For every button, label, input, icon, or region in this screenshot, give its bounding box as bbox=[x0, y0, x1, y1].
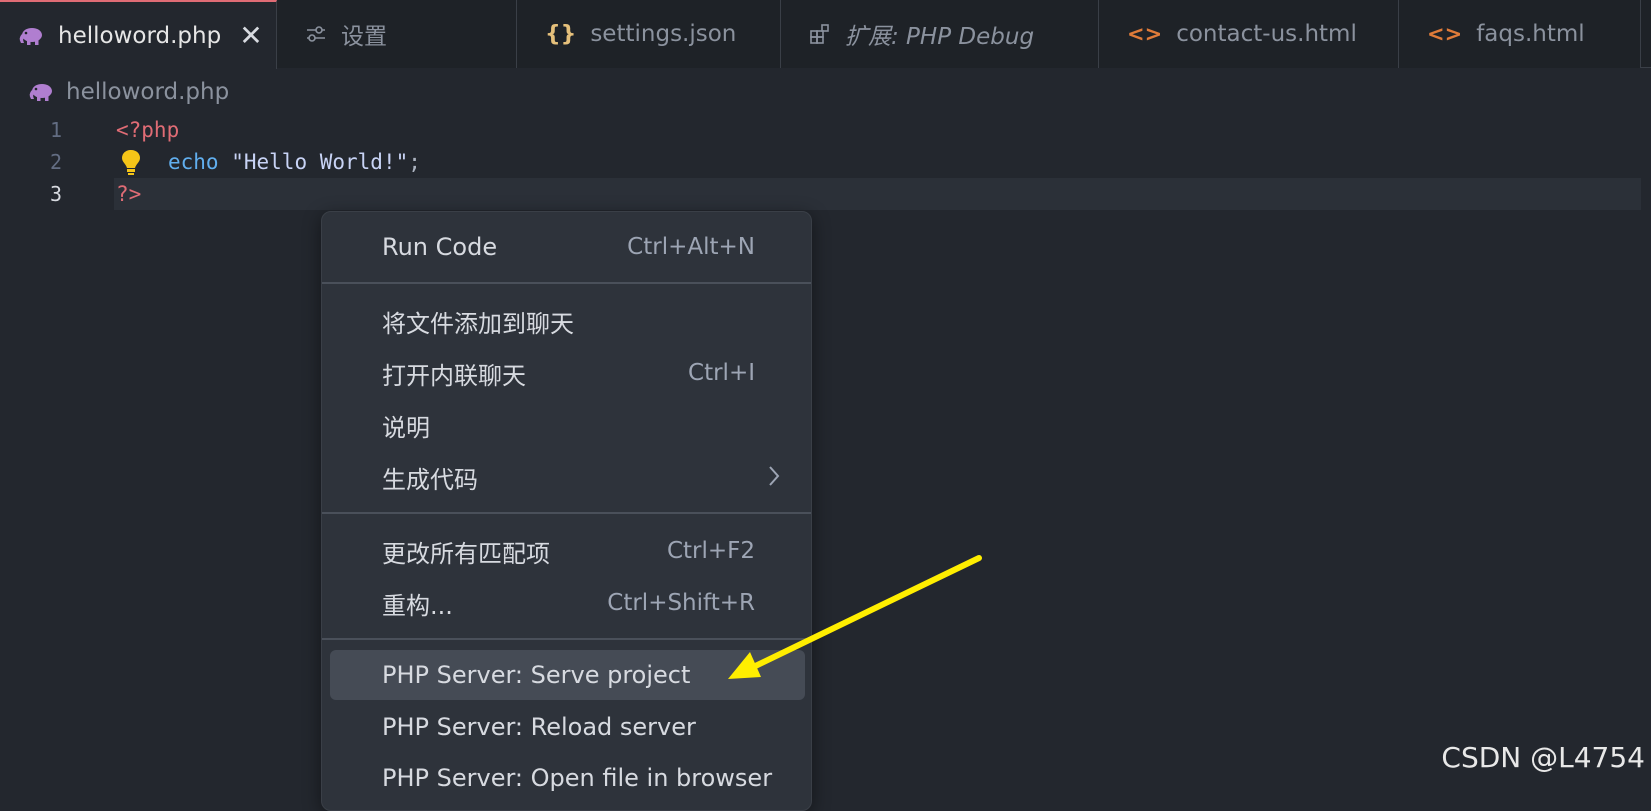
tab-settings-json[interactable]: {} settings.json bbox=[517, 0, 781, 68]
current-line-highlight bbox=[114, 178, 1641, 210]
html-code-icon: <> bbox=[1427, 22, 1463, 46]
menu-item-shortcut: Ctrl+I bbox=[688, 360, 755, 386]
code-text: ?> bbox=[116, 182, 141, 206]
menu-item-label: 重构... bbox=[382, 591, 453, 620]
html-code-icon: <> bbox=[1127, 22, 1163, 46]
breadcrumb-file: helloword.php bbox=[66, 79, 230, 105]
code-text: <?php bbox=[116, 118, 179, 142]
menu-item-label: PHP Server: Reload server bbox=[382, 713, 696, 741]
php-elephant-icon bbox=[28, 82, 54, 102]
menu-item-change-all-occurrences[interactable]: 更改所有匹配项 Ctrl+F2 bbox=[330, 526, 805, 576]
menu-item-add-file-to-chat[interactable]: 将文件添加到聊天 bbox=[330, 296, 805, 346]
menu-item-shortcut: Ctrl+F2 bbox=[666, 538, 755, 564]
code-line: 2 echo "Hello World!"; bbox=[0, 146, 1651, 178]
chevron-right-icon bbox=[767, 464, 781, 494]
menu-item-label: PHP Server: Serve project bbox=[382, 661, 691, 689]
code-line: 1 <?php bbox=[0, 114, 1651, 146]
json-braces-icon: {} bbox=[545, 21, 577, 47]
menu-item-php-server-serve-project[interactable]: PHP Server: Serve project bbox=[330, 650, 805, 700]
menu-item-shortcut: Ctrl+Shift+R bbox=[607, 590, 755, 616]
context-menu: Run Code Ctrl+Alt+N 将文件添加到聊天 打开内联聊天 Ctrl… bbox=[321, 211, 812, 811]
menu-item-label: PHP Server: Open file in browser bbox=[382, 764, 773, 792]
tab-label: 扩展: PHP Debug bbox=[845, 24, 1035, 50]
tab-label: faqs.html bbox=[1476, 21, 1585, 47]
menu-item-label: 将文件添加到聊天 bbox=[382, 309, 574, 338]
menu-item-label: 更改所有匹配项 bbox=[382, 539, 550, 568]
php-open-tag: <?php bbox=[116, 118, 180, 142]
menu-item-shortcut: Ctrl+Alt+N bbox=[627, 234, 755, 260]
tab-extension-php-debug[interactable]: 扩展: PHP Debug bbox=[781, 0, 1099, 68]
menu-item-label: 说明 bbox=[382, 413, 430, 442]
close-icon[interactable]: ✕ bbox=[239, 21, 262, 50]
breadcrumb[interactable]: helloword.php bbox=[28, 76, 229, 108]
tab-label: contact-us.html bbox=[1176, 21, 1357, 47]
menu-item-label: 生成代码 bbox=[382, 465, 478, 494]
menu-item-open-inline-chat[interactable]: 打开内联聊天 Ctrl+I bbox=[330, 348, 805, 398]
menu-item-label: Run Code bbox=[382, 233, 498, 261]
extensions-icon bbox=[809, 23, 831, 45]
line-number: 1 bbox=[49, 118, 62, 142]
line-number: 3 bbox=[49, 182, 62, 206]
code-line-current: 3 ?> bbox=[0, 178, 1651, 210]
watermark: CSDN @L4754 bbox=[1441, 741, 1645, 774]
menu-item-generate-code[interactable]: 生成代码 bbox=[330, 452, 805, 502]
menu-item-run-code[interactable]: Run Code Ctrl+Alt+N bbox=[330, 222, 805, 272]
code-text: echo "Hello World!"; bbox=[168, 150, 421, 174]
tab-settings[interactable]: 设置 bbox=[277, 0, 517, 68]
menu-separator bbox=[322, 512, 811, 514]
tab-label: settings.json bbox=[590, 21, 737, 47]
menu-item-php-server-open-in-browser[interactable]: PHP Server: Open file in browser bbox=[330, 753, 805, 803]
semicolon: ; bbox=[408, 150, 421, 174]
menu-item-refactor[interactable]: 重构... Ctrl+Shift+R bbox=[330, 578, 805, 628]
code-editor[interactable]: 1 <?php 2 echo "Hello World!"; 3 ?> bbox=[0, 114, 1651, 224]
menu-item-label: 打开内联聊天 bbox=[382, 361, 526, 390]
line-number: 2 bbox=[49, 150, 62, 174]
menu-separator bbox=[322, 638, 811, 640]
php-elephant-icon bbox=[18, 26, 44, 46]
echo-keyword: echo bbox=[168, 150, 219, 174]
settings-sliders-icon bbox=[305, 24, 327, 44]
lightbulb-icon[interactable] bbox=[120, 148, 142, 181]
string-literal: "Hello World!" bbox=[231, 150, 409, 174]
tab-label: 设置 bbox=[341, 24, 387, 50]
tab-contact-us-html[interactable]: <> contact-us.html bbox=[1099, 0, 1399, 68]
editor-tab-bar: helloword.php ✕ 设置 {} settings.json 扩展: … bbox=[0, 0, 1651, 69]
tab-faqs-html[interactable]: <> faqs.html bbox=[1399, 0, 1641, 68]
menu-separator bbox=[322, 282, 811, 284]
php-close-tag: ?> bbox=[116, 182, 142, 206]
menu-item-explain[interactable]: 说明 bbox=[330, 400, 805, 450]
tab-helloword-php[interactable]: helloword.php ✕ bbox=[0, 0, 277, 69]
tab-label: helloword.php bbox=[58, 22, 222, 49]
menu-item-php-server-reload[interactable]: PHP Server: Reload server bbox=[330, 702, 805, 752]
